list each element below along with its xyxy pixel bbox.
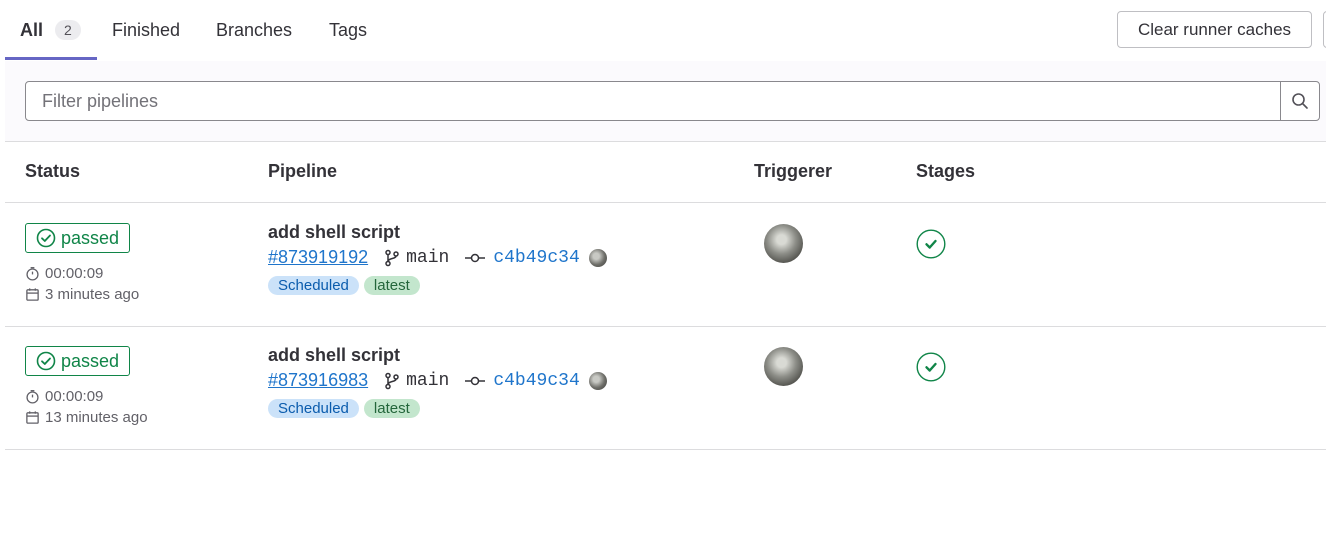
- pipeline-title[interactable]: add shell script: [268, 345, 400, 366]
- search-button[interactable]: [1280, 81, 1320, 121]
- pipeline-finished-time: 3 minutes ago: [25, 286, 139, 303]
- status-label: passed: [61, 350, 120, 371]
- pipeline-finished-time: 13 minutes ago: [25, 409, 148, 426]
- clear-runner-caches-button[interactable]: Clear runner caches: [1117, 11, 1312, 48]
- tab-branches-label: Branches: [216, 19, 293, 40]
- tab-tags[interactable]: Tags: [329, 0, 367, 60]
- table-row: passed 00:00:09 13 minutes ago add shell…: [5, 326, 1326, 450]
- stage-success-icon[interactable]: [916, 352, 946, 382]
- filter-bar: [5, 61, 1326, 142]
- status-success-icon: [36, 228, 56, 248]
- timer-icon: [26, 267, 39, 281]
- stage-success-icon[interactable]: [916, 229, 946, 259]
- scheduled-badge: Scheduled: [268, 399, 359, 418]
- triggerer-avatar[interactable]: [764, 224, 803, 263]
- branch-name-link[interactable]: main: [406, 248, 449, 268]
- search-icon: [1292, 93, 1308, 109]
- tab-branches[interactable]: Branches: [216, 0, 292, 60]
- status-badge[interactable]: passed: [25, 346, 130, 376]
- scheduled-badge: Scheduled: [268, 276, 359, 295]
- latest-badge: latest: [363, 276, 420, 295]
- table-row: passed 00:00:09 3 minutes ago add shell …: [5, 203, 1326, 327]
- header-status: Status: [25, 161, 81, 181]
- pipeline-refs: #873916983 main c4b49c34: [268, 370, 607, 391]
- tab-finished[interactable]: Finished: [112, 0, 180, 60]
- tab-all-count-badge: 2: [55, 20, 81, 40]
- tab-all-label: All: [20, 19, 44, 40]
- commit-sha-link[interactable]: c4b49c34: [493, 248, 579, 268]
- branch-icon: [385, 249, 399, 266]
- duration-text: 00:00:09: [45, 388, 104, 405]
- tab-all[interactable]: All 2: [20, 0, 81, 60]
- pipeline-badges: Scheduled latest: [268, 276, 425, 295]
- commit-icon: [465, 253, 486, 262]
- commit-icon: [465, 376, 486, 385]
- finished-time-text: 13 minutes ago: [45, 409, 148, 426]
- tab-tags-label: Tags: [329, 19, 368, 40]
- status-success-icon: [36, 351, 56, 371]
- commit-author-avatar[interactable]: [588, 248, 607, 267]
- triggerer-avatar[interactable]: [764, 347, 803, 386]
- header-triggerer: Triggerer: [754, 161, 833, 181]
- tab-finished-label: Finished: [112, 19, 181, 40]
- commit-sha-link[interactable]: c4b49c34: [493, 371, 579, 391]
- branch-name-link[interactable]: main: [406, 371, 449, 391]
- header-stages: Stages: [916, 161, 976, 181]
- timer-icon: [26, 390, 39, 404]
- status-badge[interactable]: passed: [25, 223, 130, 253]
- pipeline-duration: 00:00:09: [25, 388, 103, 405]
- pipeline-id-link[interactable]: #873916983: [268, 370, 368, 391]
- branch-icon: [385, 372, 399, 389]
- status-label: passed: [61, 227, 120, 248]
- calendar-icon: [26, 288, 39, 301]
- header-pipeline: Pipeline: [268, 161, 338, 181]
- calendar-icon: [26, 411, 39, 424]
- pipeline-duration: 00:00:09: [25, 265, 103, 282]
- active-tab-underline: [5, 57, 97, 60]
- latest-badge: latest: [363, 399, 420, 418]
- commit-author-avatar[interactable]: [588, 371, 607, 390]
- duration-text: 00:00:09: [45, 265, 104, 282]
- filter-pipelines-input[interactable]: [25, 81, 1281, 121]
- pipeline-title[interactable]: add shell script: [268, 222, 400, 243]
- pipeline-badges: Scheduled latest: [268, 399, 425, 418]
- finished-time-text: 3 minutes ago: [45, 286, 140, 303]
- pipeline-refs: #873919192 main c4b49c34: [268, 247, 607, 268]
- pipeline-id-link[interactable]: #873919192: [268, 247, 368, 268]
